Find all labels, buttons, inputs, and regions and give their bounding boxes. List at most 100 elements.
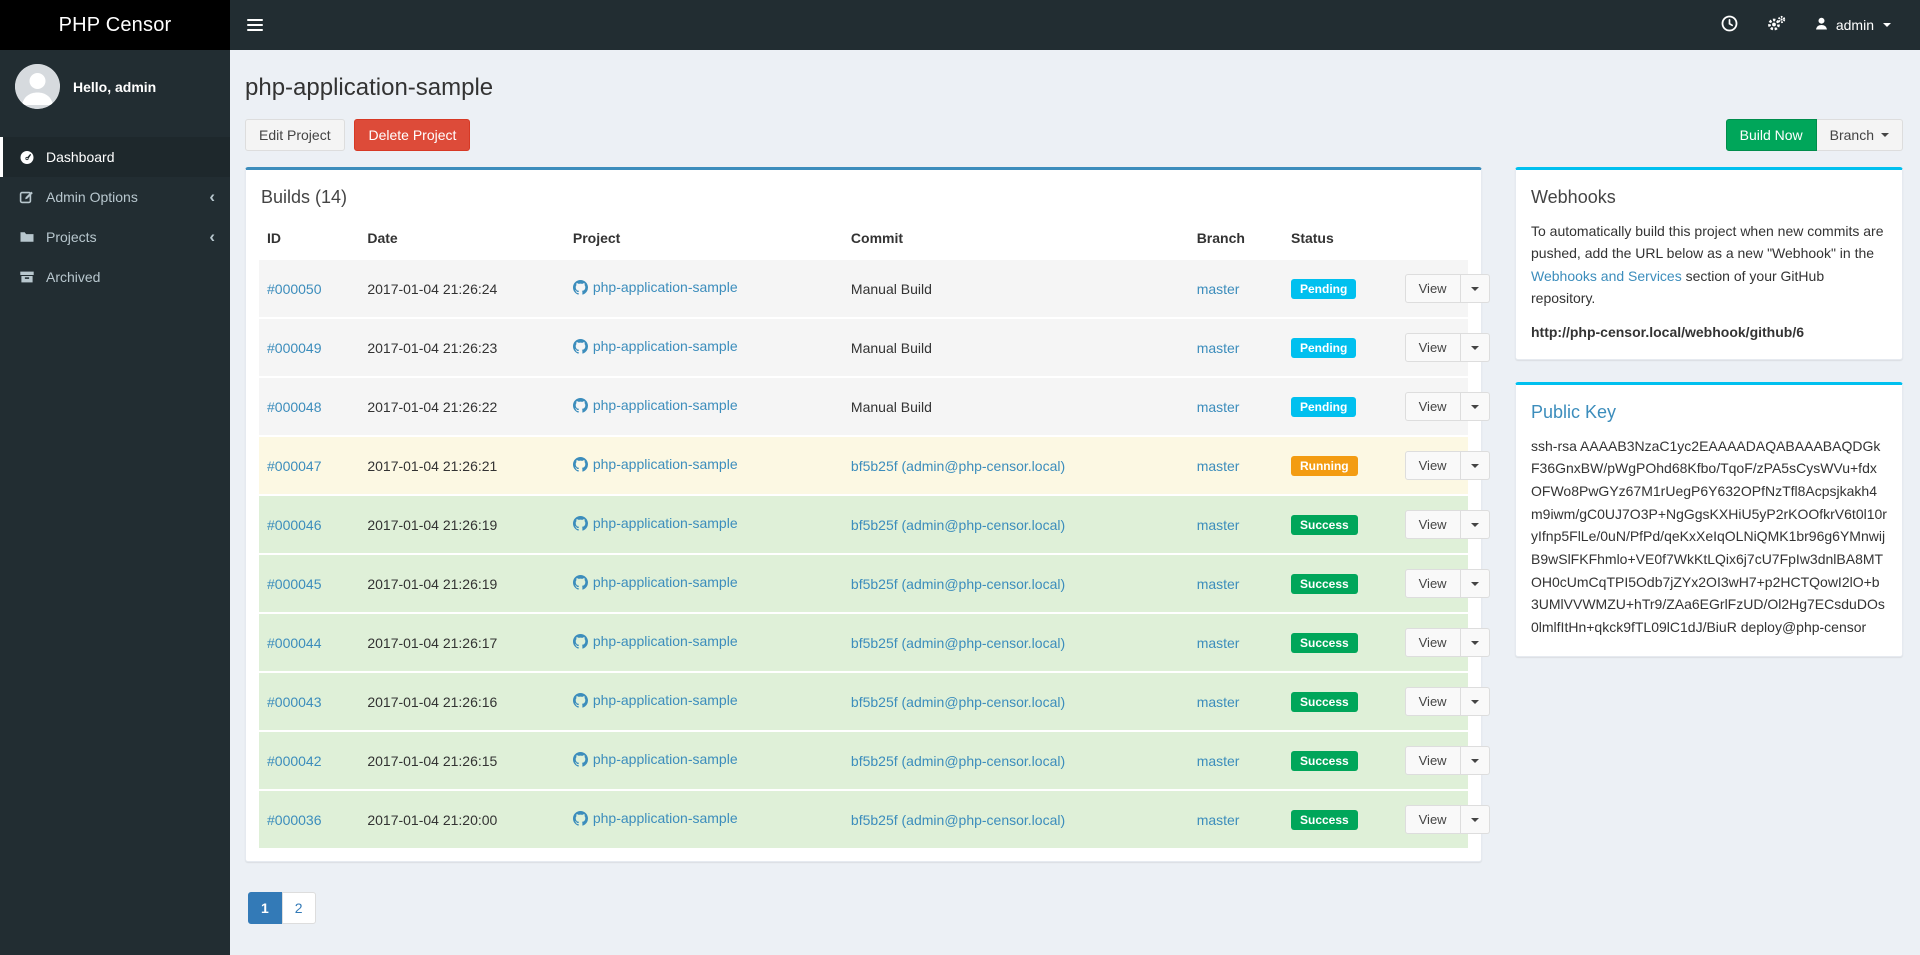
view-dropdown-toggle[interactable] — [1460, 392, 1490, 421]
caret-down-icon — [1470, 286, 1479, 291]
build-date: 2017-01-04 21:26:22 — [359, 376, 565, 436]
view-button[interactable]: View — [1404, 274, 1461, 303]
view-button[interactable]: View — [1404, 451, 1461, 480]
pagination-page-1[interactable]: 1 — [248, 892, 282, 924]
view-dropdown-toggle[interactable] — [1460, 805, 1490, 834]
project-link[interactable]: php-application-sample — [593, 633, 738, 649]
build-id-link[interactable]: #000045 — [267, 576, 322, 592]
view-dropdown-toggle[interactable] — [1460, 746, 1490, 775]
project-link[interactable]: php-application-sample — [593, 397, 738, 413]
settings-button[interactable] — [1752, 0, 1800, 50]
build-id-link[interactable]: #000044 — [267, 635, 322, 651]
commit-link[interactable]: bf5b25f (admin@php-censor.local) — [851, 753, 1065, 769]
branch-link[interactable]: master — [1197, 694, 1240, 710]
branch-link[interactable]: master — [1197, 812, 1240, 828]
build-history-button[interactable] — [1707, 0, 1752, 50]
build-id-link[interactable]: #000042 — [267, 753, 322, 769]
view-button[interactable]: View — [1404, 628, 1461, 657]
view-button[interactable]: View — [1404, 510, 1461, 539]
branch-link[interactable]: master — [1197, 399, 1240, 415]
view-button[interactable]: View — [1404, 333, 1461, 362]
build-id-link[interactable]: #000046 — [267, 517, 322, 533]
branch-link[interactable]: master — [1197, 340, 1240, 356]
project-link[interactable]: php-application-sample — [593, 338, 738, 354]
branch-link[interactable]: master — [1197, 753, 1240, 769]
table-row: #000045 2017-01-04 21:26:19 php-applicat… — [259, 553, 1490, 613]
builds-table-body: #000050 2017-01-04 21:26:24 php-applicat… — [259, 258, 1490, 848]
pagination-page-2[interactable]: 2 — [281, 892, 316, 924]
user-menu[interactable]: admin — [1800, 0, 1905, 50]
settings-icon — [1766, 15, 1786, 35]
commit-link: Manual Build — [850, 339, 932, 356]
table-row: #000048 2017-01-04 21:26:22 php-applicat… — [259, 376, 1490, 436]
build-id-link[interactable]: #000048 — [267, 399, 322, 415]
archive-icon — [18, 269, 36, 285]
commit-link[interactable]: bf5b25f (admin@php-censor.local) — [851, 576, 1065, 592]
commit-link[interactable]: bf5b25f (admin@php-censor.local) — [851, 458, 1065, 474]
branch-link[interactable]: master — [1197, 458, 1240, 474]
status-badge: Pending — [1290, 278, 1357, 299]
branch-link[interactable]: master — [1197, 517, 1240, 533]
github-icon — [572, 339, 588, 357]
build-id-link[interactable]: #000047 — [267, 458, 322, 474]
sidebar-item-archived[interactable]: Archived — [0, 257, 230, 297]
view-dropdown-toggle[interactable] — [1460, 510, 1490, 539]
project-link[interactable]: php-application-sample — [593, 574, 738, 590]
edit-project-button[interactable]: Edit Project — [245, 119, 345, 151]
status-badge: Success — [1290, 514, 1358, 535]
view-dropdown-toggle[interactable] — [1460, 333, 1490, 362]
caret-down-icon — [1470, 581, 1479, 586]
project-link[interactable]: php-application-sample — [593, 515, 738, 531]
build-now-button[interactable]: Build Now — [1725, 119, 1817, 151]
status-badge: Running — [1290, 455, 1358, 476]
build-id-link[interactable]: #000043 — [267, 694, 322, 710]
view-dropdown-toggle[interactable] — [1460, 274, 1490, 303]
status-badge: Success — [1290, 691, 1358, 712]
webhooks-services-link[interactable]: Webhooks and Services — [1531, 268, 1682, 284]
sidebar-item-admin-options[interactable]: Admin Options ‹ — [0, 177, 230, 217]
project-link[interactable]: php-application-sample — [593, 751, 738, 767]
webhooks-panel-title: Webhooks — [1531, 187, 1616, 207]
branch-dropdown-button[interactable]: Branch — [1816, 119, 1903, 151]
commit-link[interactable]: bf5b25f (admin@php-censor.local) — [851, 635, 1065, 651]
delete-project-button[interactable]: Delete Project — [354, 119, 471, 151]
view-button[interactable]: View — [1404, 805, 1461, 834]
build-id-link[interactable]: #000050 — [267, 281, 322, 297]
view-dropdown-toggle[interactable] — [1460, 569, 1490, 598]
caret-down-icon — [1470, 758, 1479, 763]
sidebar-toggle-button[interactable] — [230, 0, 280, 50]
commit-link[interactable]: bf5b25f (admin@php-censor.local) — [851, 694, 1065, 710]
caret-down-icon — [1470, 463, 1479, 468]
view-button[interactable]: View — [1404, 746, 1461, 775]
view-button[interactable]: View — [1404, 569, 1461, 598]
sidebar-item-projects[interactable]: Projects ‹ — [0, 217, 230, 257]
build-id-link[interactable]: #000049 — [267, 340, 322, 356]
avatar — [15, 64, 60, 109]
view-dropdown-toggle[interactable] — [1460, 451, 1490, 480]
project-link[interactable]: php-application-sample — [593, 810, 738, 826]
build-date: 2017-01-04 21:26:17 — [359, 612, 565, 672]
branch-link[interactable]: master — [1197, 281, 1240, 297]
commit-link[interactable]: bf5b25f (admin@php-censor.local) — [851, 517, 1065, 533]
builds-table-header: ID Date Project Commit Branch Status — [259, 220, 1468, 260]
project-link[interactable]: php-application-sample — [593, 692, 738, 708]
brand-logo[interactable]: PHP Censor — [0, 0, 230, 50]
view-dropdown-toggle[interactable] — [1460, 687, 1490, 716]
project-link[interactable]: php-application-sample — [593, 279, 738, 295]
sidebar-item-label: Projects — [46, 229, 97, 245]
build-id-link[interactable]: #000036 — [267, 812, 322, 828]
view-button[interactable]: View — [1404, 392, 1461, 421]
branch-link[interactable]: master — [1197, 635, 1240, 651]
sidebar-item-dashboard[interactable]: Dashboard — [0, 137, 230, 177]
view-dropdown-toggle[interactable] — [1460, 628, 1490, 657]
view-button[interactable]: View — [1404, 687, 1461, 716]
branch-link[interactable]: master — [1197, 576, 1240, 592]
project-actions-row: Edit Project Delete Project Build Now Br… — [245, 119, 1903, 151]
github-icon — [572, 752, 588, 770]
commit-link[interactable]: bf5b25f (admin@php-censor.local) — [851, 812, 1065, 828]
table-row: #000043 2017-01-04 21:26:16 php-applicat… — [259, 671, 1490, 731]
build-date: 2017-01-04 21:26:15 — [359, 730, 565, 790]
project-link[interactable]: php-application-sample — [593, 456, 738, 472]
build-date: 2017-01-04 21:26:24 — [359, 258, 565, 318]
page-title: php-application-sample — [245, 74, 494, 101]
